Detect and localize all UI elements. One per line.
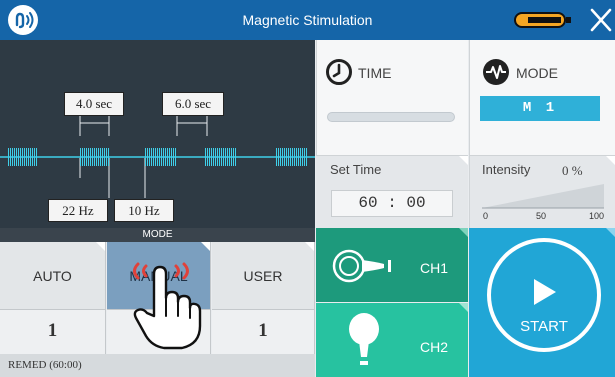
- intensity-scale-mid: 50: [536, 211, 547, 221]
- auto-mode-button[interactable]: AUTO: [0, 242, 106, 310]
- mode-bar-label: MODE: [0, 228, 315, 242]
- close-icon: [590, 8, 612, 32]
- user-mode-value: 1: [212, 310, 315, 354]
- title-bar: Magnetic Stimulation: [0, 0, 615, 40]
- auto-mode-label: AUTO: [33, 268, 72, 284]
- waveform-panel: 4.0 sec 6.0 sec 22 Hz 10 Hz: [0, 40, 315, 228]
- off-duration: 6.0 sec: [162, 92, 224, 116]
- mode-value-display: M 1: [480, 96, 600, 121]
- mode-wave-icon: [482, 58, 510, 86]
- set-time-value[interactable]: 60 : 00: [331, 190, 453, 217]
- intensity-scale-max: 100: [589, 211, 605, 221]
- battery-icon: [514, 11, 572, 29]
- play-icon: [534, 279, 556, 305]
- corner-marker: [459, 228, 468, 237]
- intensity-label: Intensity: [482, 162, 531, 177]
- intensity-value: 0 %: [562, 163, 583, 178]
- time-label: TIME: [358, 65, 392, 81]
- start-button[interactable]: START: [487, 238, 601, 352]
- frequency-1: 22 Hz: [48, 199, 108, 222]
- corner-marker: [606, 156, 615, 165]
- on-duration: 4.0 sec: [64, 92, 124, 116]
- user-mode-label: USER: [243, 268, 283, 284]
- ch1-button[interactable]: CH1: [316, 228, 468, 302]
- mode-label: MODE: [516, 65, 558, 81]
- close-button[interactable]: [588, 4, 614, 36]
- ch1-label: CH1: [420, 260, 449, 276]
- corner-marker: [459, 156, 468, 165]
- corner-marker: [201, 242, 210, 251]
- remed-status: REMED (60:00): [0, 354, 315, 377]
- coil-probe-icon: [349, 313, 379, 365]
- start-panel: START: [469, 228, 615, 377]
- intensity-scale-min: 0: [483, 211, 489, 221]
- coil-ring-icon: [332, 249, 391, 283]
- frequency-2: 10 Hz: [114, 199, 174, 222]
- logo-icon: [8, 5, 38, 35]
- user-mode-button[interactable]: USER: [212, 242, 315, 310]
- auto-mode-value: 1: [0, 310, 106, 354]
- corner-marker: [305, 242, 314, 251]
- clock-icon: [325, 58, 353, 86]
- ch2-label: CH2: [420, 339, 449, 355]
- time-progress-bar: [327, 112, 455, 122]
- corner-marker: [459, 303, 468, 312]
- tap-hand-icon: [126, 258, 204, 350]
- start-label: START: [520, 318, 568, 335]
- set-time-label: Set Time: [330, 162, 382, 177]
- corner-marker: [96, 242, 105, 251]
- corner-marker: [606, 228, 615, 237]
- ch2-button[interactable]: CH2: [316, 303, 468, 377]
- intensity-ramp: [482, 184, 604, 209]
